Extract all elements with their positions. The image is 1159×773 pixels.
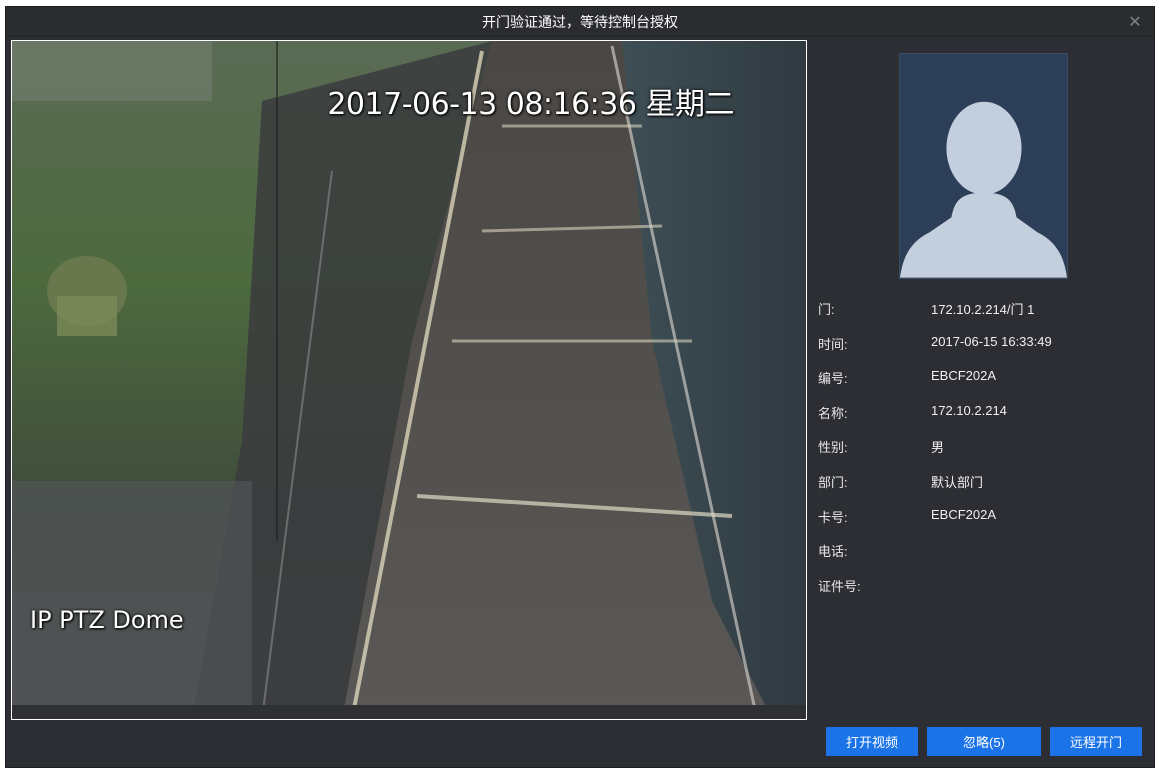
person-photo [899,53,1068,279]
video-bottom-bar [12,705,806,719]
close-button[interactable]: ✕ [1124,11,1146,33]
info-row: 门: 172.10.2.214/门 1 [818,299,1148,334]
info-label: 性别: [818,440,848,456]
info-label: 卡号: [818,509,848,525]
camera-name-overlay: IP PTZ Dome [30,606,184,634]
close-icon: ✕ [1128,14,1142,31]
info-label: 部门: [818,474,848,490]
dialog-title: 开门验证通过，等待控制台授权 [482,13,678,30]
ignore-button[interactable]: 忽略(5) [927,727,1041,756]
camera-video-feed[interactable]: 2017-06-13 08:16:36 星期二 IP PTZ Dome [12,41,806,719]
info-row: 卡号: EBCF202A [818,507,1148,542]
info-value: 2017-06-15 16:33:49 [931,333,1052,349]
info-row: 部门: 默认部门 [818,472,1148,507]
info-value: 172.10.2.214 [931,402,1007,418]
info-label: 时间: [818,336,848,352]
video-timestamp-overlay: 2017-06-13 08:16:36 星期二 [327,87,734,122]
info-row: 时间: 2017-06-15 16:33:49 [818,334,1148,369]
info-row: 证件号: [818,576,1148,611]
info-row: 名称: 172.10.2.214 [818,403,1148,438]
info-value: 默认部门 [931,474,984,490]
info-label: 名称: [818,405,848,421]
avatar-placeholder-icon [900,54,1067,278]
person-info-panel: 门: 172.10.2.214/门 1 时间: 2017-06-15 16:33:49… [818,299,1148,610]
info-row: 编号: EBCF202A [818,368,1148,403]
info-label: 证件号: [818,578,861,594]
remote-open-door-button[interactable]: 远程开门 [1050,727,1142,756]
info-label: 编号: [818,371,848,387]
info-row: 电话: [818,541,1148,576]
info-value: EBCF202A [931,506,997,522]
access-authorization-dialog: 开门验证通过，等待控制台授权 ✕ 2017-06-13 08:16:36 星期二… [5,6,1155,768]
info-row: 性别: 男 [818,437,1148,472]
info-label: 电话: [818,544,848,560]
video-frame: 2017-06-13 08:16:36 星期二 IP PTZ Dome [11,40,807,720]
open-video-button[interactable]: 打开视频 [826,727,918,756]
info-value: 172.10.2.214/门 1 [931,302,1035,317]
title-bar: 开门验证通过，等待控制台授权 ✕ [6,7,1154,37]
info-label: 门: [818,302,835,317]
info-value: EBCF202A [931,368,997,384]
info-value: 男 [931,440,945,456]
